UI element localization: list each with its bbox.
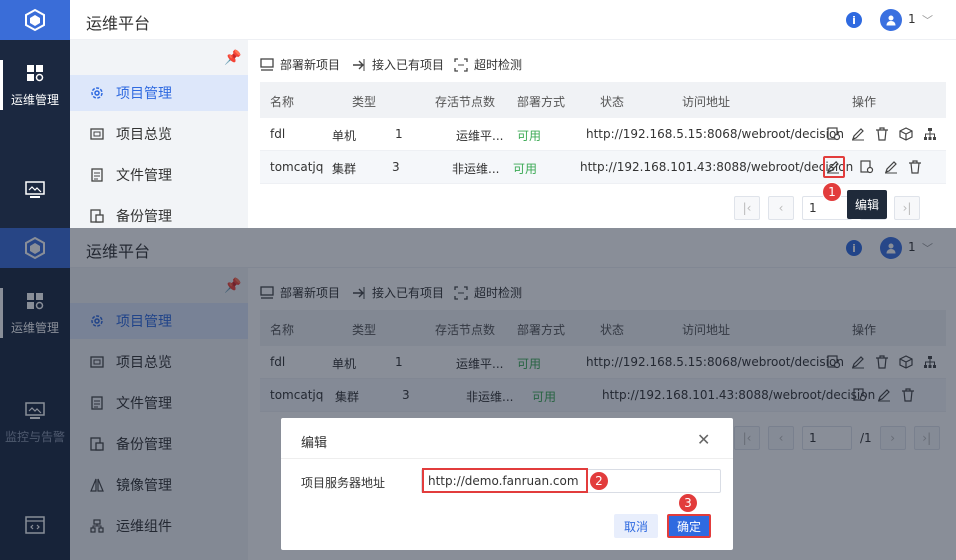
user-name[interactable]: 1	[908, 12, 916, 26]
edit-highlight	[823, 156, 845, 178]
edit-icon[interactable]	[883, 159, 899, 175]
table-header: 名称 类型 存活节点数 部署方式 状态 访问地址 操作	[260, 82, 946, 118]
screenshot-after: 运维管理 监控与告警 运维平台 i 1 ﹀ 📌 项目管理 项目总览 文件管理	[0, 228, 956, 560]
cell-status: 可用	[517, 129, 542, 143]
cell-deploy: 非运维...	[452, 162, 500, 176]
col-deploy: 部署方式	[517, 95, 566, 109]
import-icon	[353, 58, 365, 71]
cell-url[interactable]: http://192.168.101.43:8088/webroot/decis…	[580, 160, 853, 174]
submenu-label: 文件管理	[116, 168, 172, 184]
close-icon[interactable]: ✕	[697, 430, 710, 449]
cell-url[interactable]: http://192.168.5.15:8068/webroot/decisio…	[586, 127, 844, 141]
deploy-icon	[260, 57, 274, 71]
step-badge: 1	[822, 182, 842, 202]
table-row: fdl 单机 1 运维平... 可用 http://192.168.5.15:8…	[260, 118, 946, 151]
col-status: 状态	[600, 95, 625, 109]
topology-icon[interactable]	[922, 126, 938, 142]
monitor-icon	[25, 181, 45, 198]
toolbar-label: 超时检测	[474, 58, 523, 72]
cell-name: tomcatjq	[270, 160, 324, 174]
deploy-new-button[interactable]: 部署新项目	[260, 56, 340, 73]
cell-nodes: 1	[395, 127, 403, 141]
col-actions: 操作	[852, 95, 877, 109]
dialog-title: 编辑	[301, 436, 328, 451]
sidebar: 运维管理	[0, 0, 70, 228]
timeout-check-button[interactable]: 超时检测	[454, 56, 522, 73]
col-name: 名称	[270, 95, 295, 109]
cell-type: 集群	[332, 162, 357, 176]
nav-ops-management[interactable]: 运维管理	[0, 40, 70, 130]
confirm-button[interactable]: 确定	[667, 514, 711, 538]
edit-icon[interactable]	[850, 126, 866, 142]
submenu-label: 项目管理	[116, 86, 172, 102]
submenu-item-overview[interactable]: 项目总览	[70, 116, 248, 152]
page-title: 运维平台	[86, 14, 151, 33]
submenu-item-files[interactable]: 文件管理	[70, 157, 248, 193]
cancel-button[interactable]: 取消	[614, 514, 658, 538]
user-icon	[886, 15, 896, 26]
overview-icon	[90, 128, 104, 140]
package-icon[interactable]	[898, 126, 914, 142]
app-logo	[0, 0, 70, 40]
cell-name: fdl	[270, 127, 286, 141]
step-badge: 2	[589, 471, 609, 491]
toolbar-label: 部署新项目	[280, 58, 341, 72]
edit-tooltip: 编辑	[847, 190, 888, 219]
last-page-button[interactable]: ›|	[894, 196, 920, 220]
user-avatar[interactable]	[880, 9, 902, 31]
toolbar-label: 接入已有项目	[372, 58, 445, 72]
cube-logo-icon	[25, 8, 45, 32]
chevron-down-icon[interactable]: ﹀	[922, 12, 933, 28]
gear-icon	[91, 87, 103, 99]
server-address-label: 项目服务器地址	[301, 476, 386, 490]
top-bar: 运维平台 i 1 ﹀	[70, 0, 956, 40]
submenu-item-backup[interactable]: 备份管理	[70, 198, 248, 228]
col-type: 类型	[352, 95, 377, 109]
input-highlight	[422, 468, 588, 493]
dialog-divider	[281, 458, 733, 459]
info-icon[interactable]: i	[846, 12, 862, 28]
pin-icon[interactable]: 📌	[224, 50, 241, 66]
import-project-button[interactable]: 接入已有项目	[352, 56, 444, 73]
cell-status: 可用	[513, 162, 538, 176]
view-log-icon[interactable]	[859, 159, 875, 175]
delete-icon[interactable]	[874, 126, 890, 142]
submenu-label: 项目总览	[116, 127, 172, 143]
screenshot-before: 运维管理 运维平台 i 1 ﹀ 📌 项目管理 项目总览 文件管理 备份管理 部署…	[0, 0, 956, 228]
cell-nodes: 3	[392, 160, 400, 174]
first-page-button[interactable]: |‹	[734, 196, 760, 220]
apps-icon	[27, 64, 44, 81]
step-badge: 3	[678, 493, 698, 513]
main-content: 部署新项目 接入已有项目 超时检测 名称 类型 存活节点数 部署方式 状态 访问…	[248, 40, 956, 228]
backup-icon	[90, 209, 104, 223]
edit-dialog: 编辑 ✕ 项目服务器地址 2 3 取消 确定	[281, 418, 733, 550]
prev-page-button[interactable]: ‹	[768, 196, 794, 220]
view-log-icon[interactable]	[826, 126, 842, 142]
nav-monitor[interactable]	[0, 152, 70, 228]
file-icon	[91, 168, 103, 182]
col-url: 访问地址	[682, 95, 731, 109]
cell-type: 单机	[332, 129, 357, 143]
scan-icon	[454, 57, 468, 72]
row-actions	[826, 126, 938, 142]
submenu-item-projects[interactable]: 项目管理	[70, 75, 248, 111]
submenu: 📌 项目管理 项目总览 文件管理 备份管理	[70, 40, 248, 228]
nav-label: 运维管理	[10, 92, 59, 107]
cell-deploy: 运维平...	[456, 129, 504, 143]
delete-icon[interactable]	[907, 159, 923, 175]
submenu-label: 备份管理	[116, 209, 172, 225]
col-nodes: 存活节点数	[435, 95, 496, 109]
